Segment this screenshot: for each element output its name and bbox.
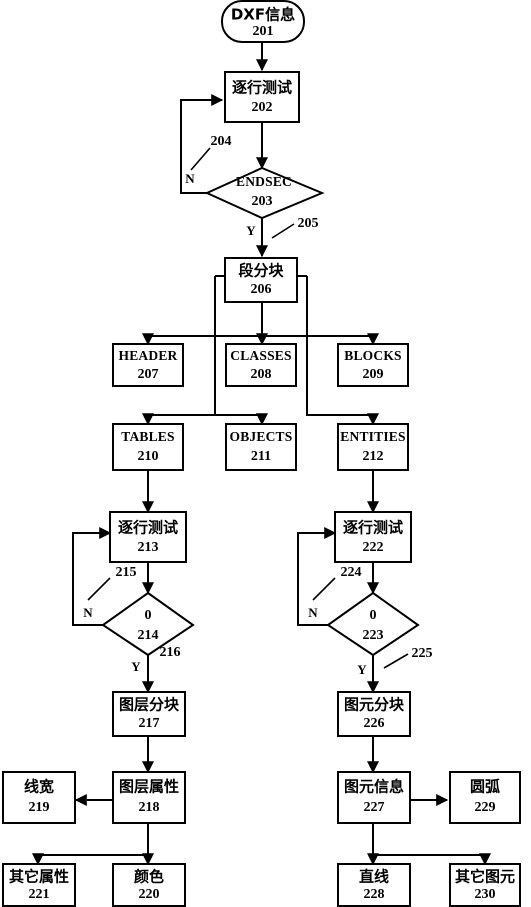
node-207-number: 207	[138, 367, 159, 382]
node-213-label: 逐行测试	[118, 519, 178, 537]
node-212-label: ENTITIES	[340, 429, 405, 444]
edge-ref-225: 225	[412, 646, 433, 661]
node-223[interactable]: 0 223	[326, 591, 420, 657]
node-220-number: 220	[139, 887, 160, 902]
node-211-number: 211	[251, 449, 271, 464]
node-219[interactable]: 线宽 219	[2, 771, 76, 824]
node-206-number: 206	[251, 282, 272, 297]
branch-label-223-no: N	[308, 605, 318, 620]
node-209-label: BLOCKS	[344, 348, 401, 363]
node-220[interactable]: 颜色 220	[112, 863, 186, 907]
node-201-number: 201	[253, 24, 274, 39]
leader-225	[383, 653, 409, 669]
node-223-label: 0	[370, 608, 377, 623]
node-209[interactable]: BLOCKS 209	[337, 343, 409, 387]
node-219-label: 线宽	[24, 778, 54, 796]
node-228-number: 228	[364, 887, 385, 902]
node-209-number: 209	[363, 367, 384, 382]
branch-label-214-yes: Y	[131, 659, 141, 674]
leader-204	[190, 147, 211, 171]
node-217-label: 图层分块	[119, 696, 180, 714]
node-230-label: 其它图元	[455, 868, 515, 886]
node-210[interactable]: TABLES 210	[112, 423, 184, 471]
node-229-label: 圆弧	[470, 778, 500, 796]
node-203-label: ENDSEC	[236, 174, 292, 189]
node-218[interactable]: 图层属性 218	[112, 771, 186, 824]
node-222-number: 222	[363, 540, 384, 555]
node-203[interactable]: ENDSEC 203	[204, 166, 325, 220]
node-230-number: 230	[475, 887, 496, 902]
node-227[interactable]: 图元信息 227	[337, 771, 411, 824]
node-217-number: 217	[139, 716, 160, 731]
edge-ref-204: 204	[211, 134, 232, 149]
branch-label-223-yes: Y	[357, 662, 367, 677]
node-229-number: 229	[475, 800, 496, 815]
node-202-number: 202	[252, 100, 273, 115]
node-223-shape	[326, 591, 420, 657]
edge-ref-216: 216	[160, 645, 181, 660]
node-226[interactable]: 图元分块 226	[337, 691, 411, 737]
node-206[interactable]: 段分块 206	[224, 257, 298, 303]
node-212[interactable]: ENTITIES 212	[337, 423, 409, 471]
node-230[interactable]: 其它图元 230	[449, 863, 521, 907]
node-226-label: 图元分块	[344, 696, 405, 714]
node-228-label: 直线	[359, 868, 389, 886]
branch-label-203-no: N	[185, 171, 195, 186]
node-211[interactable]: OBJECTS 211	[225, 423, 297, 471]
branch-label-203-yes: Y	[246, 223, 256, 238]
leader-205	[271, 223, 295, 239]
node-228[interactable]: 直线 228	[337, 863, 411, 907]
node-210-label: TABLES	[121, 429, 174, 444]
node-227-number: 227	[364, 800, 385, 815]
edge-ref-224: 224	[341, 565, 362, 580]
node-201-label: DXF信息	[231, 6, 295, 24]
node-208[interactable]: CLASSES 208	[225, 343, 297, 387]
node-219-number: 219	[29, 800, 50, 815]
leader-215	[87, 577, 111, 601]
node-213[interactable]: 逐行测试 213	[109, 511, 187, 563]
node-206-label: 段分块	[238, 262, 284, 280]
node-221-label: 其它属性	[9, 868, 69, 886]
node-222-label: 逐行测试	[343, 519, 403, 537]
flowchart-canvas: DXF信息 201 逐行测试 202 ENDSEC 203 N Y 204 20…	[2, 0, 521, 907]
node-211-label: OBJECTS	[230, 429, 293, 444]
node-226-number: 226	[364, 716, 385, 731]
leader-224	[312, 577, 336, 601]
node-221-number: 221	[29, 887, 50, 902]
node-220-label: 颜色	[134, 868, 164, 886]
node-201[interactable]: DXF信息 201	[221, 0, 305, 43]
node-218-label: 图层属性	[119, 778, 179, 796]
node-208-number: 208	[251, 367, 272, 382]
node-212-number: 212	[363, 449, 384, 464]
node-229[interactable]: 圆弧 229	[449, 771, 521, 824]
node-222[interactable]: 逐行测试 222	[334, 511, 412, 563]
node-217[interactable]: 图层分块 217	[112, 691, 186, 737]
node-213-number: 213	[138, 540, 159, 555]
node-214-label: 0	[145, 608, 152, 623]
node-207[interactable]: HEADER 207	[112, 343, 184, 387]
node-214-number: 214	[138, 628, 159, 643]
node-221[interactable]: 其它属性 221	[2, 863, 76, 907]
node-202-label: 逐行测试	[232, 79, 292, 97]
node-218-number: 218	[139, 800, 160, 815]
node-210-number: 210	[138, 449, 159, 464]
edge-ref-215: 215	[116, 565, 137, 580]
flowchart-diagram: DXF信息 201 逐行测试 202 ENDSEC 203 N Y 204 20…	[0, 0, 531, 907]
edge-ref-205: 205	[298, 216, 319, 231]
node-208-label: CLASSES	[230, 348, 291, 363]
node-202[interactable]: 逐行测试 202	[224, 71, 300, 123]
node-227-label: 图元信息	[344, 778, 404, 796]
node-223-number: 223	[363, 628, 384, 643]
node-207-label: HEADER	[119, 348, 178, 363]
branch-label-214-no: N	[83, 605, 93, 620]
node-203-number: 203	[252, 194, 273, 209]
